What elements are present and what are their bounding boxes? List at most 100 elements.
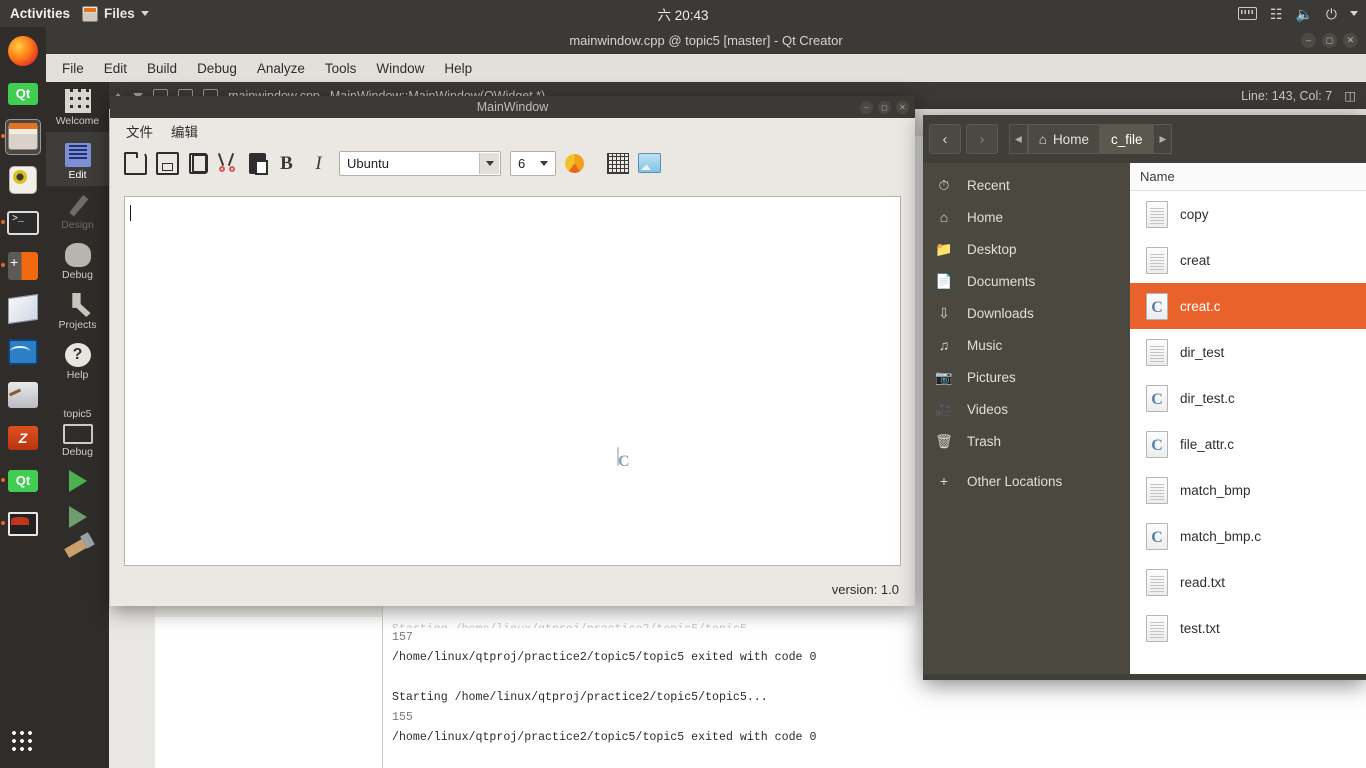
launcher-item-files[interactable] (1, 119, 41, 155)
sidebar-item-label: Downloads (967, 305, 1034, 321)
insert-image-icon[interactable] (638, 153, 661, 173)
close-icon[interactable]: ✕ (896, 100, 909, 114)
mode-edit[interactable]: Edit (46, 132, 109, 186)
save-icon[interactable] (156, 151, 179, 175)
maximize-icon[interactable]: ◻ (1322, 33, 1337, 48)
sidebar-item-pictures[interactable]: 📷 Pictures (923, 361, 1130, 393)
breadcrumb-item-home[interactable]: ⌂ Home (1027, 124, 1100, 154)
keyboard-icon[interactable] (1237, 7, 1257, 20)
file-row-dir-test-c[interactable]: dir_test.c (1130, 375, 1366, 421)
mode-welcome[interactable]: Welcome (46, 82, 109, 132)
launcher-item-libreoffice[interactable] (5, 291, 41, 327)
sidebar-item-label: Pictures (967, 369, 1016, 385)
sidebar-item-desktop[interactable]: 📁 Desktop (923, 233, 1130, 265)
menu-debug[interactable]: Debug (197, 61, 237, 76)
debug-run-icon[interactable] (68, 506, 87, 528)
build-icon[interactable] (63, 536, 92, 558)
sidebar-item-label: Desktop (967, 241, 1017, 257)
run-icon[interactable] (68, 470, 87, 492)
menu-window[interactable]: Window (376, 61, 424, 76)
file-row-match-bmp[interactable]: match_bmp (1130, 467, 1366, 513)
menu-help[interactable]: Help (444, 61, 472, 76)
sidebar-item-other-locations[interactable]: + Other Locations (923, 465, 1130, 497)
sidebar-item-recent[interactable]: ⏱ Recent (923, 169, 1130, 201)
activities-button[interactable]: Activities (0, 6, 82, 21)
kit-selector[interactable]: topic5 Debug (46, 408, 109, 458)
file-row-creat[interactable]: creat (1130, 237, 1366, 283)
menu-tools[interactable]: Tools (325, 61, 357, 76)
palette-icon[interactable] (565, 153, 584, 173)
italic-button[interactable]: I (307, 152, 330, 175)
launcher-item-wireshark[interactable] (5, 334, 41, 370)
volume-icon[interactable]: 🔈 (1295, 7, 1312, 21)
file-row-copy[interactable]: copy (1130, 191, 1366, 237)
sidebar-item-videos[interactable]: 🎥 Videos (923, 393, 1130, 425)
file-row-match-bmp-c[interactable]: match_bmp.c (1130, 513, 1366, 559)
chevron-down-icon[interactable] (534, 153, 554, 174)
video-icon: 🎥 (935, 400, 953, 417)
file-row-creat-c[interactable]: creat.c (1130, 283, 1366, 329)
sidebar-item-home[interactable]: ⌂ Home (923, 201, 1130, 233)
close-icon[interactable]: ✕ (1343, 33, 1358, 48)
split-editor-icon[interactable]: ◫ (1344, 88, 1356, 103)
terminal-icon: >_ (7, 211, 39, 235)
show-applications-icon[interactable] (11, 730, 35, 754)
copy-icon[interactable] (189, 152, 208, 174)
breadcrumb-item-c-file[interactable]: c_file (1099, 124, 1154, 154)
app-menu-files[interactable]: Files (82, 5, 149, 22)
launcher-item-qt-assistant[interactable]: Qt (1, 463, 41, 499)
sidebar-item-music[interactable]: ♫ Music (923, 329, 1130, 361)
sidebar-item-documents[interactable]: 📄 Documents (923, 265, 1130, 297)
file-row-read-txt[interactable]: read.txt (1130, 559, 1366, 605)
mode-debug[interactable]: Debug (46, 236, 109, 286)
mode-projects[interactable]: Projects (46, 286, 109, 336)
file-list: Name copy creat creat.c dir_test (1130, 163, 1366, 680)
launcher-item-software[interactable] (1, 248, 41, 284)
chevron-down-icon[interactable] (479, 152, 499, 174)
menu-file-cn[interactable]: 文件 (126, 121, 153, 141)
font-size-combo[interactable]: 6 (510, 150, 556, 176)
minimize-icon[interactable]: – (860, 100, 873, 114)
menu-analyze[interactable]: Analyze (257, 61, 305, 76)
menu-edit-cn[interactable]: 编辑 (171, 121, 198, 141)
mode-help[interactable]: ? Help (46, 336, 109, 386)
menu-build[interactable]: Build (147, 61, 177, 76)
launcher-item-terminal[interactable]: >_ (1, 205, 41, 241)
table-icon[interactable] (607, 152, 629, 174)
launcher-item-amberol[interactable] (5, 162, 41, 198)
file-row-dir-test[interactable]: dir_test (1130, 329, 1366, 375)
file-manager-sidebar: ⏱ Recent ⌂ Home 📁 Desktop 📄 Documents ⇩ (923, 163, 1130, 680)
launcher-item-firefox[interactable] (5, 33, 41, 69)
minimize-icon[interactable]: – (1301, 33, 1316, 48)
launcher-item-printer[interactable] (5, 377, 41, 413)
launcher-item-archive[interactable]: Z (5, 420, 41, 456)
launcher-item-vmware[interactable] (1, 506, 41, 542)
maximize-icon[interactable]: ◻ (878, 100, 891, 114)
cut-icon[interactable] (217, 152, 240, 175)
font-family-value: Ubuntu (347, 155, 389, 171)
breadcrumb-scroll-left-icon[interactable]: ◂ (1009, 124, 1028, 154)
sidebar-item-downloads[interactable]: ⇩ Downloads (923, 297, 1130, 329)
menu-edit[interactable]: Edit (104, 61, 127, 76)
paste-icon[interactable] (249, 152, 268, 175)
clock[interactable]: 六 20:43 (0, 4, 1366, 24)
file-row-test-txt[interactable]: test.txt (1130, 605, 1366, 651)
forward-button[interactable]: › (966, 124, 998, 154)
generic-file-icon (1146, 246, 1168, 274)
font-family-combo[interactable]: Ubuntu (339, 150, 501, 176)
launcher-item-qt-creator[interactable]: Qt (5, 76, 41, 112)
back-button[interactable]: ‹ (929, 124, 961, 154)
bold-button[interactable]: B (275, 152, 298, 175)
breadcrumb-scroll-right-icon[interactable]: ▸ (1153, 124, 1173, 154)
menu-file[interactable]: File (62, 61, 84, 76)
open-icon[interactable] (124, 151, 147, 175)
tray-chevron-down-icon[interactable] (1350, 11, 1358, 16)
mainwindow-text-editor[interactable] (124, 196, 901, 566)
running-dot (1, 220, 5, 224)
power-icon[interactable]: ⏻ (1326, 7, 1337, 21)
sidebar-item-trash[interactable]: 🗑 Trash (923, 425, 1130, 457)
question-icon: ? (64, 343, 91, 367)
column-header-name[interactable]: Name (1130, 163, 1366, 191)
network-icon[interactable]: ☷ (1270, 7, 1283, 21)
file-row-file-attr-c[interactable]: file_attr.c (1130, 421, 1366, 467)
